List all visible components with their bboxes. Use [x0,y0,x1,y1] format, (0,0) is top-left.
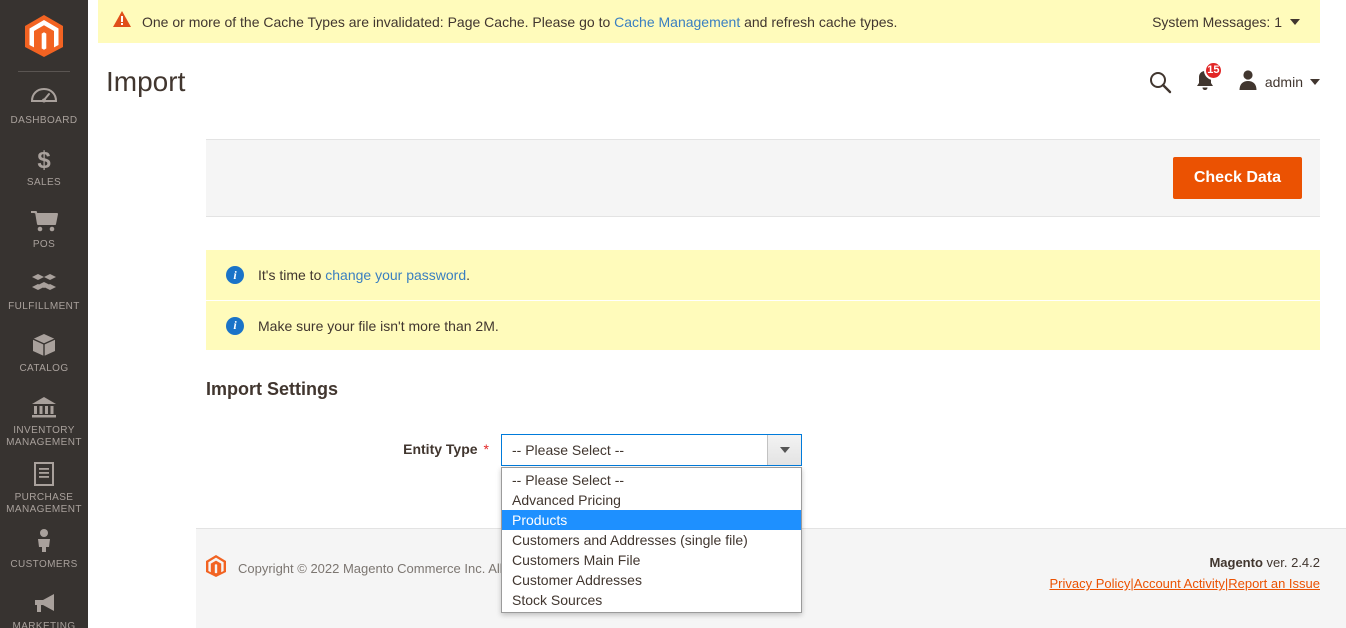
megaphone-icon [30,590,58,616]
option-advanced-pricing[interactable]: Advanced Pricing [502,490,801,510]
change-password-link[interactable]: change your password [325,267,466,283]
info-icon: i [226,317,244,335]
footer-version: Magento ver. 2.4.2 [1049,555,1320,570]
magento-footer-logo-icon [206,555,226,582]
entity-type-label-wrap: Entity Type * [206,434,501,457]
boxes-stack-icon [29,270,59,296]
page-title: Import [98,66,185,98]
sidebar-item-inventory-management[interactable]: INVENTORY MANAGEMENT [0,382,88,449]
admin-menu-button[interactable]: admin [1238,69,1320,96]
notice-text-before: It's time to [258,267,325,283]
shopping-cart-icon [29,208,59,234]
notice-message-filesize: i Make sure your file isn't more than 2M… [206,300,1320,350]
required-asterisk: * [484,441,489,457]
sidebar-item-dashboard[interactable]: DASHBOARD [0,72,88,134]
option-stock-sources[interactable]: Stock Sources [502,590,801,610]
person-icon [34,528,54,554]
notice-message-password: i It's time to change your password. [206,250,1320,300]
search-icon[interactable] [1148,70,1172,94]
footer-version-brand: Magento [1209,555,1262,570]
account-activity-link[interactable]: Account Activity [1134,576,1225,591]
option-customer-addresses[interactable]: Customer Addresses [502,570,801,590]
system-messages-count-label: System Messages: 1 [1152,14,1282,30]
warning-triangle-icon [112,10,132,33]
info-icon: i [226,266,244,284]
sidebar-item-label: MARKETING [12,621,75,628]
bank-columns-icon [30,394,58,420]
sidebar-item-purchase-management[interactable]: PURCHASE MANAGEMENT [0,449,88,516]
notice-message-text: It's time to change your password. [258,267,470,283]
chevron-down-glyph [780,447,790,453]
system-message-text-before: One or more of the Cache Types are inval… [142,14,614,30]
notice-text-after: . [466,267,470,283]
option-please-select[interactable]: -- Please Select -- [502,470,801,490]
package-box-icon [31,332,57,358]
entity-type-options-list[interactable]: -- Please Select -- Advanced Pricing Pro… [501,467,802,613]
sidebar-item-pos[interactable]: POS [0,196,88,258]
chevron-down-icon[interactable] [767,435,801,465]
notifications-count-badge: 15 [1204,61,1223,80]
system-message-text: One or more of the Cache Types are inval… [142,14,897,30]
option-products[interactable]: Products [502,510,801,530]
dollar-sign-icon: $ [33,146,55,172]
sidebar-item-label: POS [33,239,55,251]
footer-links: Privacy Policy|Account Activity|Report a… [1049,576,1320,591]
sidebar-item-marketing[interactable]: MARKETING [0,578,88,628]
sidebar-item-fulfillment[interactable]: FULFILLMENT [0,258,88,320]
report-an-issue-link[interactable]: Report an Issue [1228,576,1320,591]
sidebar-item-label: CATALOG [19,363,68,375]
main-content: One or more of the Cache Types are inval… [88,0,1346,628]
sidebar-item-sales[interactable]: $ SALES [0,134,88,196]
system-messages-toggle[interactable]: System Messages: 1 [1152,14,1306,30]
sidebar-item-label: FULFILLMENT [8,301,80,313]
sidebar-item-label: DASHBOARD [11,115,78,127]
entity-type-label: Entity Type [403,441,477,457]
sidebar-item-label: SALES [27,177,61,189]
admin-page: DASHBOARD $ SALES POS [0,0,1346,628]
dashboard-gauge-icon [31,84,57,110]
entity-type-select[interactable]: -- Please Select -- [501,434,802,466]
footer-right: Magento ver. 2.4.2 Privacy Policy|Accoun… [1049,555,1320,591]
notice-messages: i It's time to change your password. i M… [206,250,1320,350]
entity-type-field-row: Entity Type * -- Please Select -- -- Ple… [206,434,1320,466]
page-header: Import 15 [88,43,1320,121]
check-data-button[interactable]: Check Data [1173,157,1302,199]
entity-type-selected-value: -- Please Select -- [502,442,767,458]
notifications-bell-button[interactable]: 15 [1194,69,1216,96]
magento-logo[interactable] [0,0,88,72]
cache-management-link[interactable]: Cache Management [614,14,740,30]
system-message-content: One or more of the Cache Types are inval… [112,10,1152,33]
sidebar: DASHBOARD $ SALES POS [0,0,88,628]
chevron-down-icon [1290,19,1300,25]
sidebar-item-label: PURCHASE MANAGEMENT [0,492,88,516]
system-message-text-after: and refresh cache types. [740,14,897,30]
option-customers-main-file[interactable]: Customers Main File [502,550,801,570]
entity-type-select-wrap: -- Please Select -- -- Please Select -- … [501,434,802,466]
admin-name-label: admin [1265,74,1303,90]
sidebar-item-customers[interactable]: CUSTOMERS [0,516,88,578]
user-avatar-icon [1238,69,1258,96]
magento-logo-icon [25,15,63,57]
sidebar-item-label: CUSTOMERS [10,559,77,571]
footer-version-text: ver. 2.4.2 [1263,555,1320,570]
document-lines-icon [32,461,56,487]
page-actions-toolbar: Check Data [206,139,1320,217]
privacy-policy-link[interactable]: Privacy Policy [1049,576,1130,591]
sidebar-item-catalog[interactable]: CATALOG [0,320,88,382]
svg-text:$: $ [37,147,51,172]
import-settings-title: Import Settings [206,379,338,400]
sidebar-item-label: INVENTORY MANAGEMENT [0,425,88,449]
chevron-down-icon [1310,79,1320,85]
header-actions: 15 admin [1148,69,1320,96]
option-customers-and-addresses[interactable]: Customers and Addresses (single file) [502,530,801,550]
system-message-bar: One or more of the Cache Types are inval… [98,0,1320,43]
notice-message-text: Make sure your file isn't more than 2M. [258,318,499,334]
